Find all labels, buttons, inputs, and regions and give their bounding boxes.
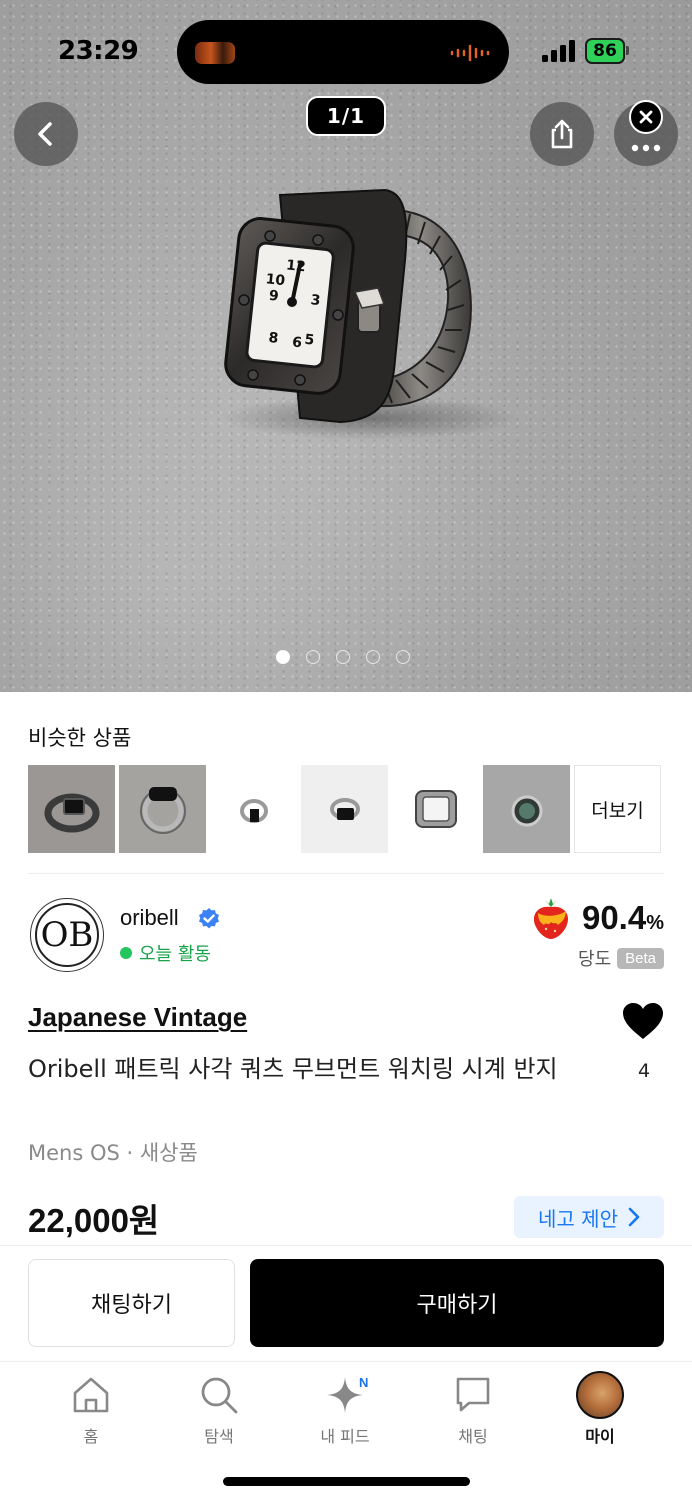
tab-search[interactable]: 탐색: [169, 1373, 269, 1447]
heart-icon: [623, 1003, 663, 1039]
similar-products-list: 더보기: [28, 765, 661, 853]
chat-bubble-icon: [456, 1377, 490, 1412]
similar-products-title: 비슷한 상품: [28, 726, 132, 750]
svg-text:12: 12: [285, 257, 306, 275]
tab-label: 내 피드: [320, 1427, 370, 1446]
online-dot-icon: [120, 947, 132, 959]
back-button[interactable]: [14, 102, 78, 166]
divider: [28, 873, 664, 874]
close-icon: [639, 110, 653, 124]
make-offer-label: 네고 제안: [538, 1206, 618, 1231]
audio-wave-icon: [450, 44, 490, 62]
product-meta: Mens OS · 새상품: [28, 1141, 198, 1165]
tab-label: 홈: [83, 1427, 99, 1446]
close-button[interactable]: [629, 100, 663, 134]
similar-product-thumb[interactable]: [210, 765, 297, 853]
tab-feed[interactable]: N 내 피드: [295, 1373, 395, 1447]
ring-image: [44, 793, 100, 833]
similar-product-thumb[interactable]: [392, 765, 479, 853]
image-counter: 1/1: [306, 96, 386, 136]
search-icon: [201, 1377, 238, 1414]
battery-icon: 86: [585, 38, 629, 64]
watch-ring-image: [415, 790, 457, 828]
svg-text:8: 8: [268, 330, 279, 347]
tab-chat[interactable]: 채팅: [423, 1373, 523, 1447]
battery-level: 86: [585, 38, 625, 64]
pager-dot[interactable]: [276, 650, 290, 664]
score-label: 당도 Beta: [578, 945, 664, 971]
product-title: Oribell 패트릭 사각 쿼츠 무브먼트 워치링 시계 반지: [28, 1055, 558, 1083]
ring-image: [330, 798, 360, 820]
tab-my[interactable]: 마이: [550, 1371, 650, 1447]
chevron-left-icon: [38, 122, 52, 146]
svg-text:9: 9: [268, 288, 279, 305]
cellular-signal-icon: [542, 40, 575, 62]
sweetness-label: 당도: [578, 949, 612, 970]
new-badge: N: [359, 1375, 369, 1390]
pager-dot[interactable]: [336, 650, 350, 664]
image-pager: [276, 650, 410, 664]
share-icon: [551, 119, 573, 149]
home-indicator: [223, 1477, 470, 1486]
similar-product-thumb[interactable]: [28, 765, 115, 853]
chat-button[interactable]: 채팅하기: [28, 1259, 235, 1347]
seller-avatar-logo: OB: [35, 903, 99, 967]
like-button[interactable]: [620, 1002, 666, 1044]
activity-label: 오늘 활동: [139, 944, 211, 965]
beta-badge: Beta: [617, 947, 664, 969]
product-price: 22,000원: [28, 1202, 160, 1239]
svg-text:5: 5: [304, 332, 315, 349]
dynamic-island: [177, 20, 509, 84]
home-icon: [73, 1377, 109, 1413]
score-value: 90.4%: [581, 899, 664, 936]
like-count: 4: [637, 1060, 651, 1082]
status-time: 23:29: [58, 36, 139, 66]
share-button[interactable]: [530, 102, 594, 166]
strawberry-icon: [533, 898, 568, 939]
seller-activity-status: 오늘 활동: [120, 940, 211, 966]
sweetness-score[interactable]: 90.4%: [528, 895, 664, 941]
svg-text:6: 6: [291, 334, 302, 351]
svg-text:10: 10: [265, 271, 286, 289]
similar-product-thumb[interactable]: [301, 765, 388, 853]
make-offer-button[interactable]: 네고 제안: [514, 1196, 664, 1238]
chevron-right-icon: [628, 1207, 640, 1227]
similar-product-thumb[interactable]: [119, 765, 206, 853]
now-playing-thumbnail: [195, 42, 235, 64]
watch-ring-image: [511, 795, 543, 827]
tab-label: 채팅: [458, 1427, 488, 1446]
verified-badge-icon: [199, 908, 219, 929]
buy-button[interactable]: 구매하기: [250, 1259, 664, 1347]
similar-product-thumb[interactable]: [483, 765, 570, 853]
more-icon: [631, 144, 661, 152]
pager-dot[interactable]: [306, 650, 320, 664]
see-more-button[interactable]: 더보기: [574, 765, 661, 853]
tab-label: 마이: [585, 1427, 615, 1446]
tab-home[interactable]: 홈: [41, 1373, 141, 1447]
seller-name[interactable]: oribell: [120, 905, 179, 931]
pager-dot[interactable]: [366, 650, 380, 664]
svg-text:3: 3: [310, 292, 321, 309]
profile-avatar: [576, 1371, 624, 1419]
brand-link[interactable]: Japanese Vintage: [28, 1002, 247, 1033]
ring-image: [240, 799, 268, 823]
ring-image: [140, 787, 186, 834]
pager-dot[interactable]: [396, 650, 410, 664]
seller-avatar[interactable]: OB: [30, 898, 104, 972]
tab-label: 탐색: [204, 1427, 234, 1446]
